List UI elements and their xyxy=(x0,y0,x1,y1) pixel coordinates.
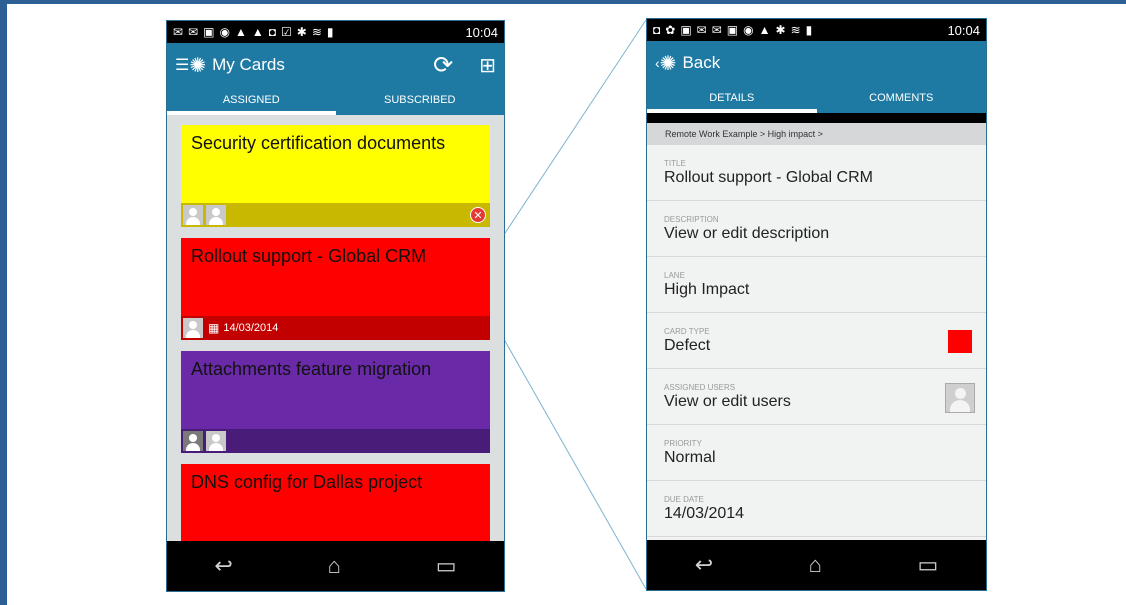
card-item[interactable]: Rollout support - Global CRM ▦ 14/03/201… xyxy=(181,238,490,340)
field-assigned-users[interactable]: ASSIGNED USERS View or edit users xyxy=(647,369,986,425)
card-title: Attachments feature migration xyxy=(191,359,432,379)
field-label: ASSIGNED USERS xyxy=(664,383,736,392)
card-item[interactable]: DNS config for Dallas project xyxy=(181,464,490,541)
tab-bar: DETAILS COMMENTS xyxy=(647,85,986,113)
notification-icons: ✉ ✉ ▣ ◉ ▲ ▲ ◘ ☑ ✱ ≋ ▮ xyxy=(173,25,333,39)
tab-comments[interactable]: COMMENTS xyxy=(817,85,987,113)
status-bar: ◘ ✿ ▣ ✉ ✉ ▣ ◉ ▲ ✱ ≋ ▮ 10:04 xyxy=(647,19,986,41)
bag-icon: ◘ xyxy=(268,25,276,39)
field-due-date[interactable]: DUE DATE 14/03/2014 xyxy=(647,481,986,537)
field-label: CARD TYPE xyxy=(664,327,710,336)
bluetooth-icon: ✱ xyxy=(296,25,307,39)
avatar xyxy=(183,318,203,338)
card-details: TITLE Rollout support - Global CRM DESCR… xyxy=(647,145,986,540)
mail-icon: ✉ xyxy=(173,25,184,39)
breadcrumb: Remote Work Example > High impact > xyxy=(647,123,986,145)
tab-details[interactable]: DETAILS xyxy=(647,85,817,113)
nav-bar: ↩ ⌂ ▭ xyxy=(167,541,504,591)
left-phone-screen: ✉ ✉ ▣ ◉ ▲ ▲ ◘ ☑ ✱ ≋ ▮ 10:04 ☰ ✺ My Cards… xyxy=(166,20,505,592)
field-priority[interactable]: PRIORITY Normal xyxy=(647,425,986,481)
recents-icon[interactable]: ▭ xyxy=(917,552,938,578)
field-value: High Impact xyxy=(664,281,750,298)
app-icon: ▣ xyxy=(680,23,692,37)
field-value: Defect xyxy=(664,337,711,354)
app-icon: ✿ xyxy=(665,23,676,37)
refresh-icon[interactable]: ⟳ xyxy=(433,51,453,80)
field-value: View or edit description xyxy=(664,225,830,242)
back-icon[interactable]: ↩ xyxy=(695,552,713,578)
wifi-icon: ≋ xyxy=(790,23,801,37)
right-phone-screen: ◘ ✿ ▣ ✉ ✉ ▣ ◉ ▲ ✱ ≋ ▮ 10:04 ‹ ✺ Back DET… xyxy=(646,18,987,591)
field-label: TITLE xyxy=(664,159,686,168)
card-item[interactable]: Security certification documents ✕ xyxy=(181,125,490,227)
recents-icon[interactable]: ▭ xyxy=(436,553,457,579)
card-item[interactable]: Attachments feature migration xyxy=(181,351,490,453)
app-icon: ▲ xyxy=(251,25,264,39)
nav-bar: ↩ ⌂ ▭ xyxy=(647,540,986,590)
back-button[interactable]: Back xyxy=(682,53,720,73)
card-title: Security certification documents xyxy=(191,133,446,153)
field-value: Rollout support - Global CRM xyxy=(664,169,873,186)
home-icon[interactable]: ⌂ xyxy=(328,553,341,579)
app-icon: ◘ xyxy=(653,23,661,37)
card-due-date: 14/03/2014 xyxy=(223,322,279,334)
field-label: LANE xyxy=(664,271,685,280)
tab-subscribed[interactable]: SUBSCRIBED xyxy=(336,87,505,115)
card-title: DNS config for Dallas project xyxy=(191,472,423,492)
wifi-icon: ≋ xyxy=(311,25,322,39)
gplus-icon: ▣ xyxy=(203,25,215,39)
page-title: My Cards xyxy=(212,55,285,74)
add-card-icon[interactable]: ⊞ xyxy=(479,53,496,78)
tab-assigned[interactable]: ASSIGNED xyxy=(167,87,336,115)
field-title[interactable]: TITLE Rollout support - Global CRM xyxy=(647,145,986,201)
notification-icons: ◘ ✿ ▣ ✉ ✉ ▣ ◉ ▲ ✱ ≋ ▮ xyxy=(653,23,812,37)
user-avatar xyxy=(945,383,975,413)
status-time: 10:04 xyxy=(465,24,498,40)
card-footer xyxy=(181,429,490,453)
field-label: DUE DATE xyxy=(664,495,704,504)
bluetooth-icon: ✱ xyxy=(775,23,786,37)
app-bar: ☰ ✺ My Cards ⟳ ⊞ xyxy=(167,43,504,87)
field-label: PRIORITY xyxy=(664,439,702,448)
gplus-icon: ▣ xyxy=(726,23,739,37)
tab-bar: ASSIGNED SUBSCRIBED xyxy=(167,87,504,115)
card-footer: ✕ xyxy=(181,203,490,227)
check-icon: ☑ xyxy=(280,25,292,39)
app-icon: ▲ xyxy=(234,25,247,39)
field-value: 14/03/2014 xyxy=(664,505,745,522)
field-description[interactable]: DESCRIPTION View or edit description xyxy=(647,201,986,257)
battery-icon: ▮ xyxy=(326,25,334,39)
location-icon: ◉ xyxy=(219,25,230,39)
gear-icon: ✺ xyxy=(189,54,207,77)
status-bar: ✉ ✉ ▣ ◉ ▲ ▲ ◘ ☑ ✱ ≋ ▮ 10:04 xyxy=(167,21,504,43)
avatar xyxy=(206,205,226,225)
field-label: DESCRIPTION xyxy=(664,215,719,224)
mail-icon: ✉ xyxy=(696,23,707,37)
card-footer: ▦ 14/03/2014 xyxy=(181,316,490,340)
field-lane[interactable]: LANE High Impact xyxy=(647,257,986,313)
avatar xyxy=(206,431,226,451)
field-card-type[interactable]: CARD TYPE Defect xyxy=(647,313,986,369)
avatar xyxy=(183,431,203,451)
app-bar: ‹ ✺ Back xyxy=(647,41,986,85)
card-list: Security certification documents ✕ Rollo… xyxy=(167,115,504,541)
remove-icon[interactable]: ✕ xyxy=(470,207,486,223)
location-icon: ◉ xyxy=(743,23,754,37)
app-icon: ▲ xyxy=(758,23,771,37)
calendar-icon: ▦ xyxy=(208,321,220,335)
mail-icon: ✉ xyxy=(188,25,199,39)
card-type-color-swatch xyxy=(948,330,972,353)
mail-icon: ✉ xyxy=(711,23,722,37)
battery-icon: ▮ xyxy=(805,23,813,37)
menu-icon[interactable]: ☰ xyxy=(175,55,189,75)
gear-icon: ✺ xyxy=(659,52,677,75)
status-time: 10:04 xyxy=(947,22,980,38)
card-title: Rollout support - Global CRM xyxy=(191,246,427,266)
back-icon[interactable]: ↩ xyxy=(214,553,232,579)
avatar xyxy=(183,205,203,225)
home-icon[interactable]: ⌂ xyxy=(809,552,822,578)
field-value: View or edit users xyxy=(664,393,791,410)
field-value: Normal xyxy=(664,449,716,466)
